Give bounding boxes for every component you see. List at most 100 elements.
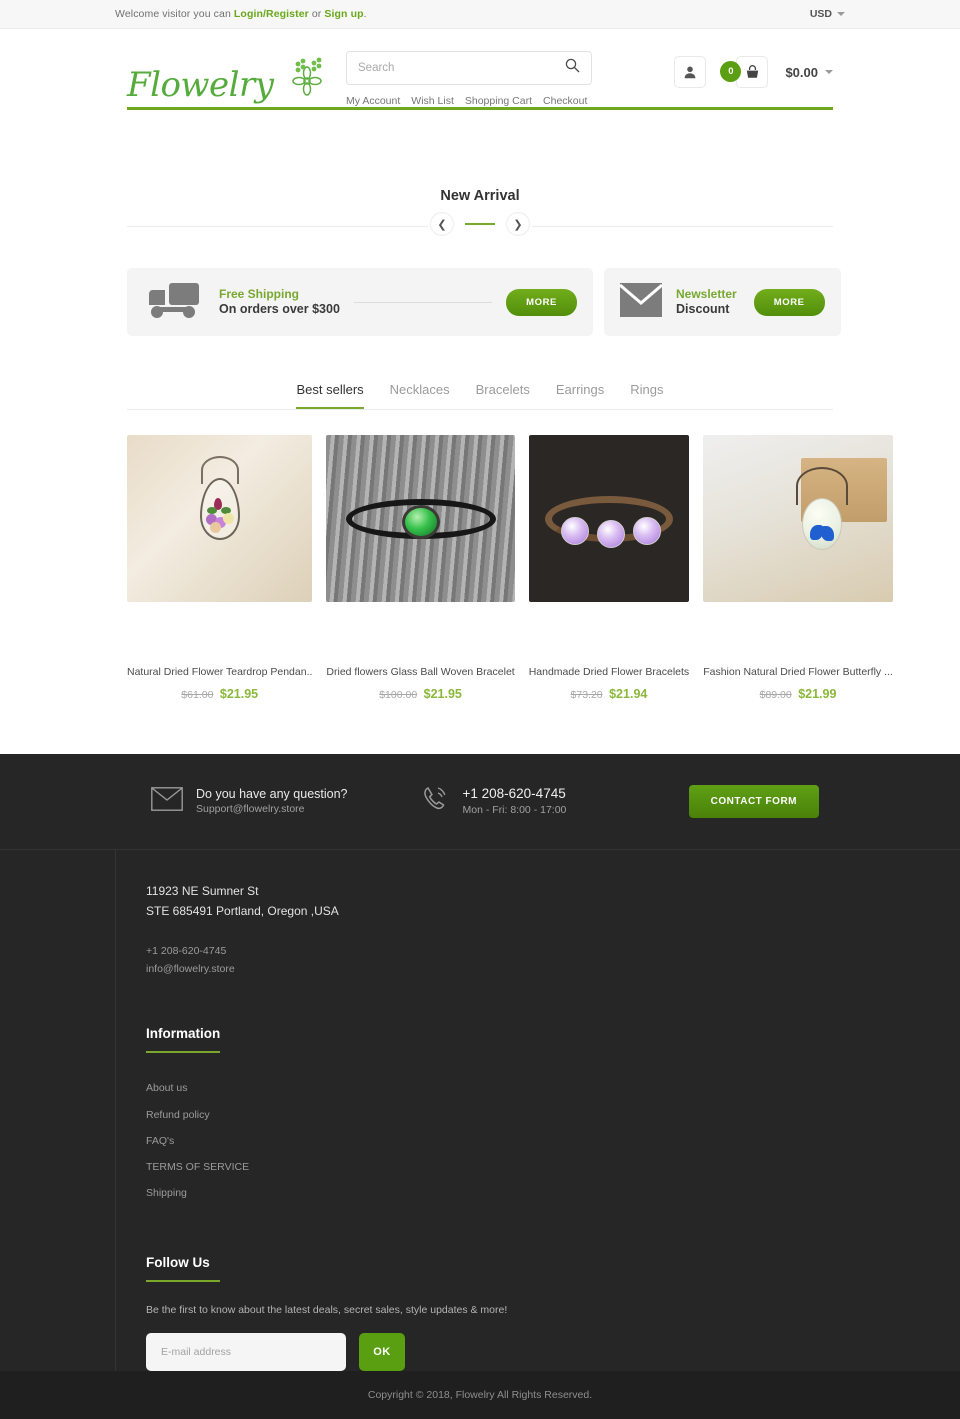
- tab-bracelets[interactable]: Bracelets: [476, 382, 530, 409]
- header-link-checkout[interactable]: Checkout: [543, 95, 587, 107]
- bead-graphic: [632, 517, 661, 545]
- product-price: $100.00 $21.95: [326, 685, 514, 703]
- search-icon[interactable]: [565, 58, 580, 78]
- pendant-graphic: [199, 478, 240, 541]
- product-title[interactable]: Fashion Natural Dried Flower Butterfly .…: [703, 666, 893, 678]
- product-price: $73.20 $21.94: [529, 685, 689, 703]
- logo[interactable]: Flowelry: [127, 51, 327, 105]
- address-line-2: STE 685491 Portland, Oregon ,USA: [146, 903, 339, 918]
- chevron-left-icon: ❮: [437, 218, 447, 231]
- contact-form-button[interactable]: CONTACT FORM: [688, 785, 819, 818]
- promo-more-button[interactable]: MORE: [753, 288, 825, 316]
- product-new-price: $21.95: [423, 687, 462, 701]
- header-links: My Account Wish List Shopping Cart Check…: [346, 95, 592, 107]
- welcome-message: Welcome visitor you can Login/Register o…: [115, 8, 367, 20]
- footer-link-faqs[interactable]: FAQ's: [146, 1128, 960, 1154]
- product-price: $61.00 $21.95: [127, 685, 312, 703]
- footer-link-shipping[interactable]: Shipping: [146, 1180, 960, 1206]
- promo-text: Newsletter Discount: [676, 287, 737, 318]
- product-old-price: $73.20: [570, 689, 603, 701]
- product-new-price: $21.95: [219, 687, 259, 701]
- basket-icon: [746, 64, 759, 78]
- divider: [353, 301, 493, 303]
- carousel-indicator: [465, 223, 495, 225]
- account-button[interactable]: [674, 56, 707, 88]
- header-divider: [127, 107, 833, 110]
- contact-phone-block: +1 208-620-4745 Mon - Fri: 8:00 - 17:00: [420, 784, 567, 819]
- product-card[interactable]: Handmade Dried Flower Bracelets $73.20 $…: [528, 435, 690, 703]
- footer-link-terms-of-service[interactable]: TERMS OF SERVICE: [146, 1154, 960, 1180]
- top-bar: Welcome visitor you can Login/Register o…: [0, 0, 960, 29]
- promo-text: Free Shipping On orders over $300: [219, 287, 340, 318]
- product-card[interactable]: Fashion Natural Dried Flower Butterfly .…: [703, 435, 893, 703]
- signup-link[interactable]: Sign up: [324, 8, 363, 20]
- header-link-shopping-cart[interactable]: Shopping Cart: [465, 95, 532, 107]
- product-tabs: Best sellers Necklaces Bracelets Earring…: [127, 382, 833, 410]
- main-content: New Arrival ❮ ❯ Free Shipping On orders …: [127, 144, 893, 703]
- welcome-period: .: [363, 8, 367, 20]
- contact-hours: Mon - Fri: 8:00 - 17:00: [462, 803, 567, 816]
- heading-underline: [146, 1051, 220, 1054]
- product-new-price: $21.94: [609, 687, 648, 701]
- footer-link-about-us[interactable]: About us: [146, 1075, 960, 1101]
- product-image[interactable]: [127, 435, 313, 602]
- copyright-text: Copyright © 2018, Flowelry All Rights Re…: [367, 1388, 593, 1401]
- information-links: About us Refund policy FAQ's TERMS OF SE…: [146, 1075, 960, 1206]
- butterfly-graphic: [809, 525, 834, 542]
- tab-rings[interactable]: Rings: [630, 382, 663, 409]
- carousel-next-button[interactable]: ❯: [506, 212, 530, 236]
- product-title[interactable]: Natural Dried Flower Teardrop Pendan..: [127, 666, 312, 678]
- contact-phone[interactable]: +1 208-620-4745: [463, 785, 567, 803]
- product-card[interactable]: Dried flowers Glass Ball Woven Bracelet …: [326, 435, 515, 703]
- cart-total-amount: $0.00: [785, 64, 818, 80]
- cart-total[interactable]: $0.00: [785, 65, 833, 80]
- newsletter-submit-button[interactable]: OK: [359, 1332, 405, 1371]
- flower-icon: [285, 55, 327, 102]
- search-box[interactable]: [346, 51, 592, 85]
- header-link-my-account[interactable]: My Account: [346, 95, 400, 107]
- currency-selector[interactable]: USD: [810, 8, 845, 20]
- tab-best-sellers[interactable]: Best sellers: [296, 382, 364, 409]
- footer-phone[interactable]: +1 208-620-4745: [146, 942, 960, 960]
- header-link-wish-list[interactable]: Wish List: [411, 95, 454, 107]
- or-label: or: [308, 8, 325, 20]
- product-card[interactable]: Natural Dried Flower Teardrop Pendan.. $…: [127, 435, 313, 703]
- glass-ball-graphic: [401, 504, 440, 539]
- footer-address: 11923 NE Sumner St STE 685491 Portland, …: [146, 882, 960, 922]
- promo-title: Newsletter: [676, 286, 737, 301]
- promo-newsletter[interactable]: Newsletter Discount MORE: [604, 268, 841, 336]
- promo-free-shipping[interactable]: Free Shipping On orders over $300 MORE: [127, 268, 593, 336]
- product-title[interactable]: Dried flowers Glass Ball Woven Bracelet: [326, 666, 514, 678]
- product-image[interactable]: [528, 435, 690, 602]
- login-register-link[interactable]: Login/Register: [234, 8, 309, 20]
- heading-underline: [146, 1279, 220, 1282]
- promo-more-button[interactable]: MORE: [506, 288, 577, 316]
- product-old-price: $61.00: [181, 689, 214, 701]
- promo-subtitle: On orders over $300: [219, 301, 340, 316]
- contact-bar: Do you have any question? Support@flowel…: [0, 754, 960, 850]
- carousel-prev-button[interactable]: ❮: [430, 212, 454, 236]
- contact-email[interactable]: Support@flowelry.store: [196, 802, 348, 817]
- product-title[interactable]: Handmade Dried Flower Bracelets: [529, 666, 689, 678]
- tab-earrings[interactable]: Earrings: [556, 382, 604, 409]
- follow-us-heading: Follow Us: [146, 1254, 210, 1270]
- newsletter-email-input[interactable]: [146, 1332, 346, 1371]
- cart-icon-button[interactable]: [736, 56, 769, 88]
- chevron-down-icon: [837, 12, 845, 16]
- address-line-1: 11923 NE Sumner St: [146, 884, 259, 898]
- product-image[interactable]: [703, 435, 893, 602]
- contact-email-block: Do you have any question? Support@flowel…: [151, 786, 348, 817]
- contact-question: Do you have any question?: [196, 786, 348, 801]
- search-input[interactable]: [358, 62, 565, 74]
- footer: 11923 NE Sumner St STE 685491 Portland, …: [115, 850, 960, 1371]
- footer-email[interactable]: info@flowelry.store: [146, 960, 960, 978]
- product-image[interactable]: [326, 435, 515, 602]
- site-header: Flowelry Search My Account Wish List Sho…: [0, 29, 960, 144]
- footer-link-refund-policy[interactable]: Refund policy: [146, 1102, 960, 1128]
- product-price: $89.00 $21.99: [703, 685, 893, 703]
- search-column: My Account Wish List Shopping Cart Check…: [346, 51, 592, 107]
- tab-necklaces[interactable]: Necklaces: [390, 382, 450, 409]
- newsletter-form: OK: [146, 1332, 960, 1371]
- product-new-price: $21.99: [798, 687, 837, 701]
- cart-button[interactable]: 0: [720, 56, 769, 88]
